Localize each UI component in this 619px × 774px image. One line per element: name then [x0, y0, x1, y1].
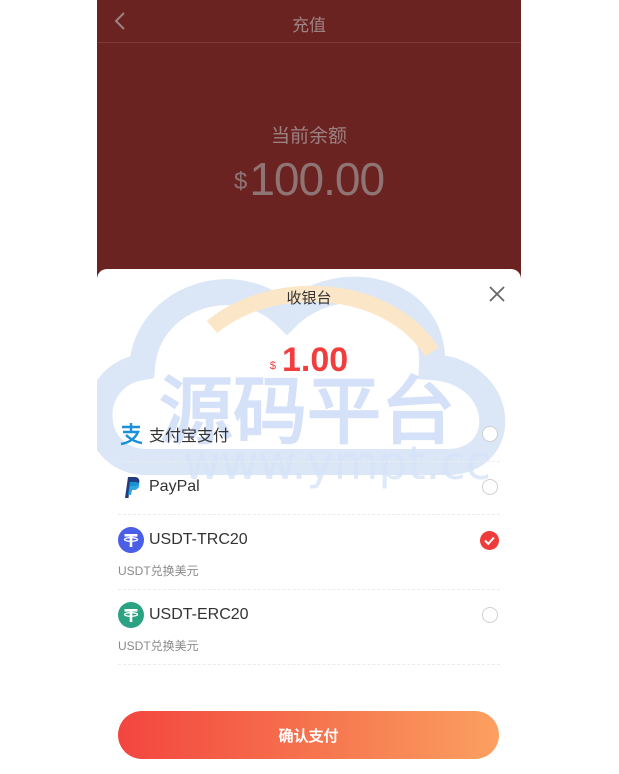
paypal-icon — [118, 474, 144, 500]
tether-icon — [118, 527, 144, 553]
payment-method-alipay[interactable]: 支付宝支付 — [118, 409, 500, 462]
payment-method-paypal[interactable]: PayPal — [118, 462, 500, 515]
recharge-screen: 充值 当前余额 $100.00 源码平台 www.ympt.cc 收银台 $1.… — [97, 0, 521, 774]
confirm-payment-button[interactable]: 确认支付 — [118, 711, 499, 759]
page: 充值 当前余额 $100.00 源码平台 www.ympt.cc 收银台 $1.… — [0, 0, 619, 774]
checkmark-icon — [484, 536, 495, 546]
balance-label: 当前余额 — [270, 126, 347, 147]
payment-method-list: 支付宝支付 PayPal USDT-TRC20 USDT兑换美元 USDT-ER… — [118, 409, 500, 665]
page-title: 充值 — [292, 16, 326, 35]
alipay-icon — [118, 421, 144, 447]
balance-amount: $100.00 — [97, 152, 521, 206]
radio-button[interactable] — [482, 426, 498, 442]
payment-value: 1.00 — [281, 341, 349, 379]
method-label: USDT-TRC20 — [149, 531, 248, 548]
sheet-title: 收银台 — [286, 290, 332, 307]
radio-button[interactable] — [482, 607, 498, 623]
payment-method-usdt-trc20[interactable]: USDT-TRC20 USDT兑换美元 — [118, 515, 500, 590]
payment-method-usdt-erc20[interactable]: USDT-ERC20 USDT兑换美元 — [118, 590, 500, 665]
method-label: 支付宝支付 — [149, 428, 230, 445]
method-label: USDT-ERC20 — [149, 606, 249, 623]
close-icon[interactable] — [487, 284, 507, 304]
nav-bar: 充值 — [97, 0, 521, 43]
payment-currency: $ — [269, 360, 276, 372]
tether-icon — [118, 602, 144, 628]
balance-value: 100.00 — [249, 153, 385, 205]
method-subtitle: USDT兑换美元 — [118, 639, 199, 653]
method-label: PayPal — [149, 478, 200, 495]
radio-button[interactable] — [482, 479, 498, 495]
cashier-sheet: 源码平台 www.ympt.cc 收银台 $1.00 支付宝支付 PayPal … — [97, 269, 521, 774]
method-subtitle: USDT兑换美元 — [118, 564, 199, 578]
payment-amount: $1.00 — [97, 341, 521, 380]
radio-button-checked[interactable] — [480, 531, 499, 550]
balance-currency: $ — [233, 168, 248, 195]
